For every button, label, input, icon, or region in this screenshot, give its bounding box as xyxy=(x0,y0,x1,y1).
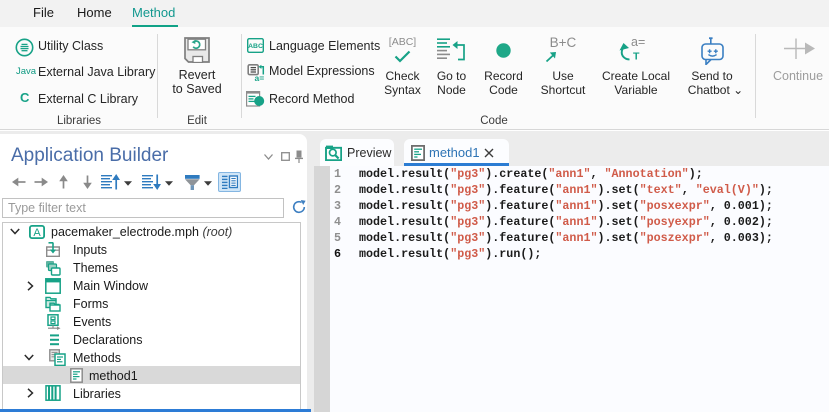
svg-text:A: A xyxy=(33,227,41,239)
svg-text:ABC: ABC xyxy=(248,43,263,50)
svg-text:a=: a= xyxy=(255,73,265,81)
svg-text:T: T xyxy=(633,51,640,63)
